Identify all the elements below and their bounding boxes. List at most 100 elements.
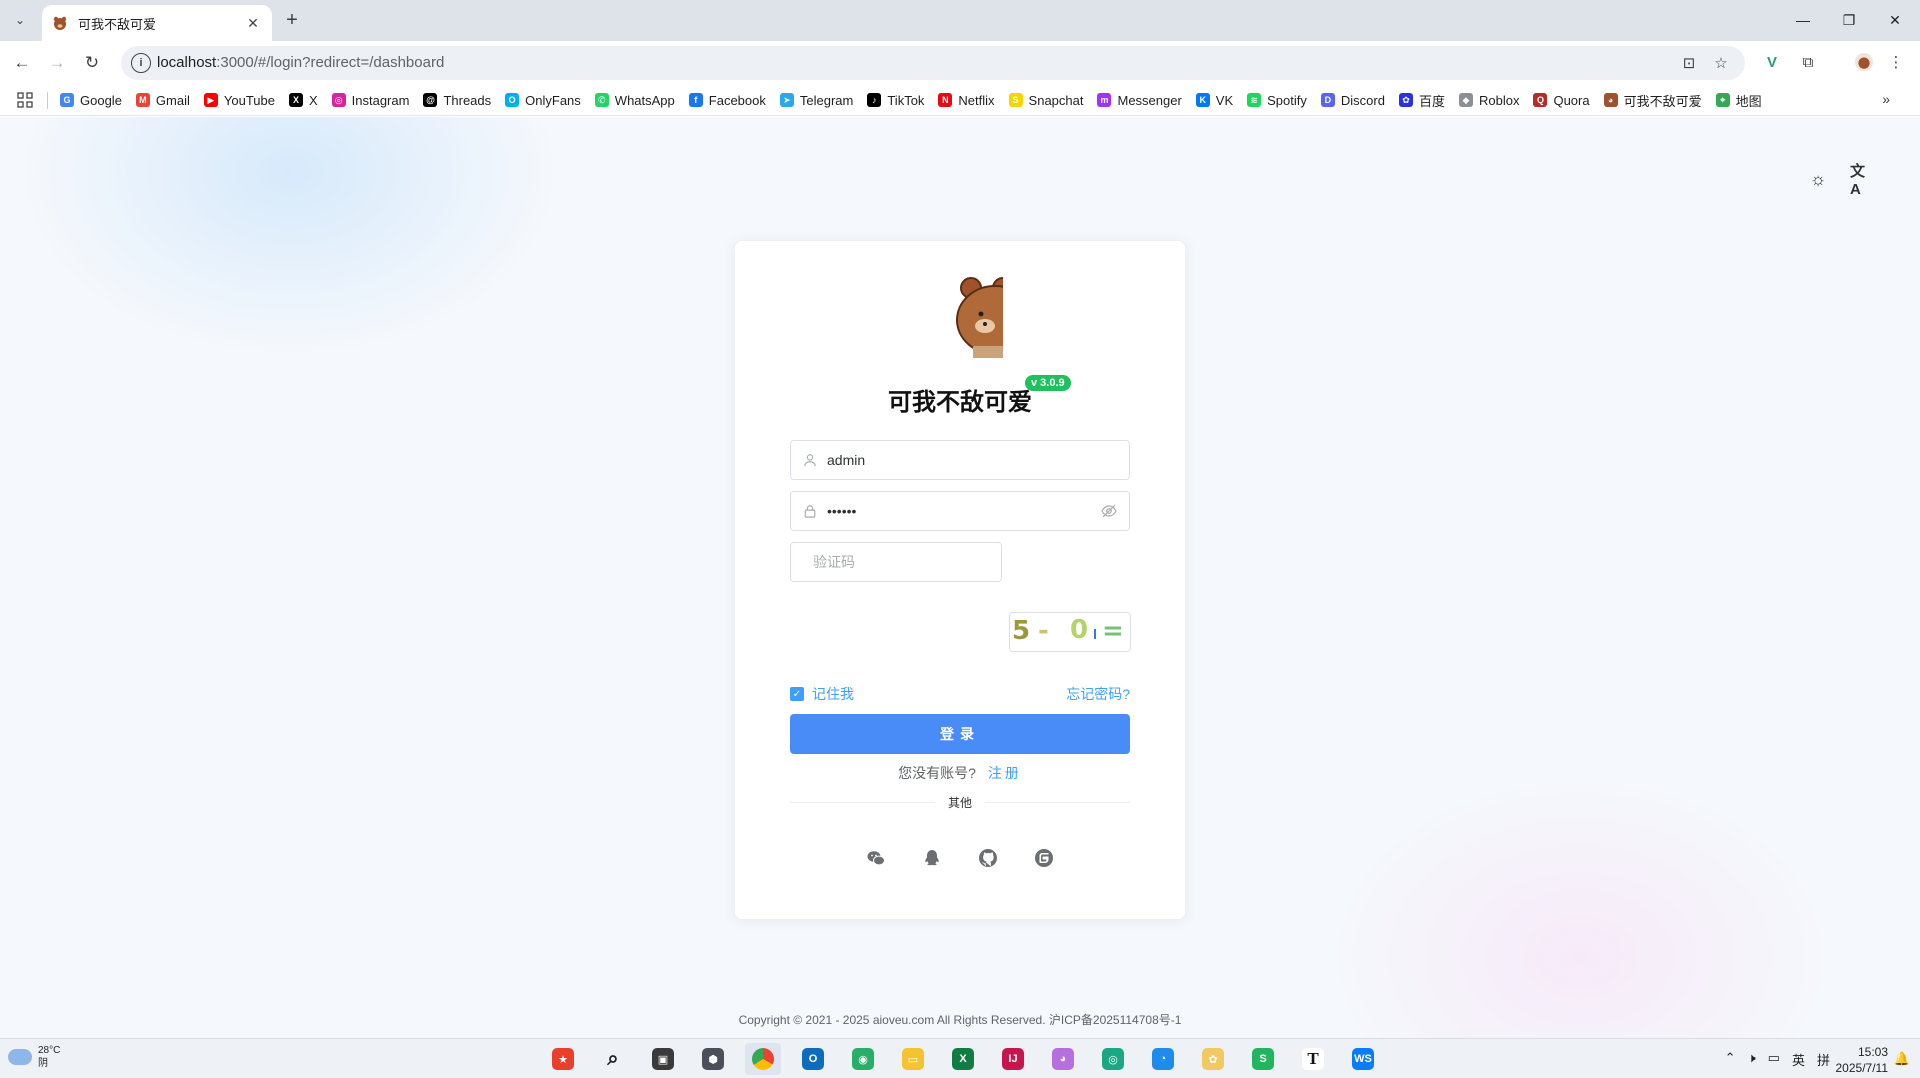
- bookmark-instagram[interactable]: ◎ Instagram: [331, 93, 409, 108]
- windows-taskbar: 28°C 阴 ★ ⌕ ▣ ⬢ O ◉ ▭ X IJ ◕ ◎ ◔ ✿ S T WS …: [0, 1038, 1920, 1078]
- close-window-icon[interactable]: ✕: [1872, 0, 1918, 40]
- taskbar-star-app[interactable]: ★: [545, 1043, 581, 1075]
- password-field[interactable]: [790, 491, 1130, 531]
- bookmark-label: 地图: [1735, 93, 1762, 109]
- tab-search-chevron-icon[interactable]: ⌄: [8, 8, 32, 32]
- bookmark-可我不敌可爱[interactable]: ◕ 可我不敌可爱: [1603, 91, 1702, 110]
- taskbar-hexagon-app-icon[interactable]: ⬢: [695, 1043, 731, 1075]
- volume-icon[interactable]: 🕨: [1747, 1050, 1755, 1069]
- bookmark-vk[interactable]: K VK: [1195, 93, 1233, 108]
- bookmark-百度[interactable]: ✿ 百度: [1398, 91, 1445, 110]
- bookmark-tiktok[interactable]: ♪ TikTok: [867, 93, 924, 108]
- bookmark-discord[interactable]: D Discord: [1320, 93, 1385, 108]
- profile-avatar-icon[interactable]: [1852, 50, 1876, 74]
- captcha-field[interactable]: [790, 542, 1002, 582]
- close-tab-icon[interactable]: ✕: [244, 14, 262, 32]
- more-bookmarks-chevron-icon[interactable]: »: [1882, 91, 1890, 107]
- taskbar-wechat-work-icon[interactable]: ◎: [1095, 1043, 1131, 1075]
- weather-temperature: 28°C: [38, 1045, 61, 1056]
- weather-condition: 阴: [38, 1058, 48, 1069]
- taskbar-excel-icon[interactable]: X: [945, 1043, 981, 1075]
- bookmark-label: Spotify: [1267, 92, 1307, 108]
- taskbar-green-app-icon[interactable]: S: [1245, 1043, 1281, 1075]
- taskbar-file-explorer-icon[interactable]: ▭: [895, 1043, 931, 1075]
- url-path: :3000/#/login?redirect=/dashboard: [216, 54, 445, 71]
- taskbar-paw-app-icon[interactable]: ✿: [1195, 1043, 1231, 1075]
- password-input[interactable]: [827, 503, 1101, 519]
- browser-tab-active[interactable]: 可我不敌可爱 ✕: [42, 5, 272, 41]
- bookmark-whatsapp[interactable]: ✆ WhatsApp: [594, 93, 675, 108]
- bookmark-x[interactable]: XX: [288, 93, 318, 108]
- taskbar-clock[interactable]: 15:03 2025/7/11: [1836, 1044, 1889, 1076]
- taskbar-wechat-icon[interactable]: ◉: [845, 1043, 881, 1075]
- notification-bell-icon[interactable]: 🔔: [1894, 1051, 1910, 1067]
- remember-me-checkbox[interactable]: ✓ 记住我: [790, 684, 854, 704]
- theme-toggle-sun-icon[interactable]: ☼: [1806, 167, 1830, 191]
- browser-tabstrip: ⌄ 可我不敌可爱 ✕ + — ❐ ✕: [0, 0, 1920, 41]
- gitee-icon[interactable]: [1034, 848, 1054, 868]
- taskbar-chrome-icon[interactable]: [745, 1043, 781, 1075]
- facebook-icon: f: [688, 93, 703, 107]
- taskbar-intellij-icon[interactable]: IJ: [995, 1043, 1031, 1075]
- forgot-password-link[interactable]: 忘记密码?: [1066, 684, 1130, 704]
- restore-window-icon[interactable]: ❐: [1826, 0, 1872, 40]
- bookmark-telegram[interactable]: ➤ Telegram: [779, 92, 854, 108]
- display-icon[interactable]: ▭: [1768, 1050, 1780, 1069]
- bookmark-messenger[interactable]: m Messenger: [1097, 93, 1182, 108]
- minimize-window-icon[interactable]: —: [1780, 0, 1826, 40]
- baidu-icon: ✿: [1398, 93, 1413, 107]
- username-field[interactable]: [790, 440, 1130, 480]
- apps-grid-icon[interactable]: [17, 92, 33, 108]
- site-info-icon[interactable]: i: [131, 53, 151, 73]
- captcha-image[interactable]: 5 - 0 =: [1009, 612, 1131, 652]
- ime-mode[interactable]: 拼: [1817, 1050, 1830, 1069]
- bookmark-snapchat[interactable]: S Snapchat: [1008, 92, 1084, 108]
- translate-page-icon[interactable]: ⊡: [1679, 53, 1699, 73]
- forward-arrow-icon[interactable]: →: [43, 49, 71, 77]
- taskbar-cat-app-icon[interactable]: ◕: [1045, 1043, 1081, 1075]
- bookmark-label: Telegram: [799, 92, 854, 108]
- extensions-puzzle-icon[interactable]: ⧉: [1796, 50, 1820, 74]
- register-link[interactable]: 注册: [988, 765, 1022, 781]
- bookmark-threads[interactable]: @ Threads: [423, 93, 491, 108]
- browser-menu-icon[interactable]: ⋮: [1884, 50, 1908, 74]
- tray-overflow-chevron-icon[interactable]: ⌃: [1725, 1050, 1736, 1069]
- bookmark-地图[interactable]: ⌖ 地图: [1715, 91, 1762, 110]
- ime-language[interactable]: 英: [1792, 1050, 1805, 1069]
- bookmark-quora[interactable]: Q Quora: [1533, 93, 1590, 108]
- bookmark-netflix[interactable]: N Netflix: [938, 93, 995, 108]
- bookmark-star-icon[interactable]: ☆: [1711, 53, 1731, 73]
- taskbar-webstorm-icon[interactable]: WS: [1345, 1043, 1381, 1075]
- bookmark-label: YouTube: [223, 92, 275, 108]
- taskbar-outlook-icon[interactable]: O: [795, 1043, 831, 1075]
- new-tab-button[interactable]: +: [280, 9, 304, 33]
- address-bar[interactable]: i localhost:3000/#/login?redirect=/dashb…: [121, 46, 1745, 80]
- vue-devtools-extension-icon[interactable]: V: [1760, 50, 1784, 74]
- snapchat-icon: S: [1008, 93, 1023, 107]
- bookmark-roblox[interactable]: ◆ Roblox: [1458, 93, 1519, 108]
- login-button[interactable]: 登录: [790, 714, 1130, 754]
- url-text[interactable]: localhost:3000/#/login?redirect=/dashboa…: [157, 54, 444, 71]
- weather-widget[interactable]: 28°C 阴: [8, 1044, 60, 1070]
- eye-hide-icon[interactable]: [1101, 503, 1117, 519]
- bookmark-label: Snapchat: [1028, 92, 1084, 108]
- wechat-icon[interactable]: [866, 848, 886, 868]
- qq-icon[interactable]: [922, 848, 942, 868]
- language-switch-icon[interactable]: 文A: [1850, 163, 1874, 198]
- bookmark-google[interactable]: G Google: [60, 93, 122, 108]
- taskbar-typora-icon[interactable]: T: [1295, 1043, 1331, 1075]
- bookmark-youtube[interactable]: ▶ YouTube: [203, 92, 275, 108]
- bookmark-onlyfans[interactable]: O OnlyFans: [505, 93, 581, 108]
- back-arrow-icon[interactable]: ←: [8, 49, 36, 77]
- username-input[interactable]: [827, 452, 1117, 468]
- taskbar-task-view-icon[interactable]: ▣: [645, 1043, 681, 1075]
- taskbar-bird-app-icon[interactable]: ◔: [1145, 1043, 1181, 1075]
- reload-icon[interactable]: ↻: [78, 49, 106, 77]
- bookmark-gmail[interactable]: M Gmail: [135, 93, 190, 108]
- captcha-noise-line: [1094, 629, 1096, 639]
- bookmark-facebook[interactable]: f Facebook: [688, 93, 766, 108]
- captcha-input[interactable]: [813, 554, 994, 570]
- taskbar-search-icon[interactable]: ⌕: [595, 1043, 631, 1075]
- github-icon[interactable]: [978, 848, 998, 868]
- bookmark-spotify[interactable]: ≋ Spotify: [1247, 93, 1307, 108]
